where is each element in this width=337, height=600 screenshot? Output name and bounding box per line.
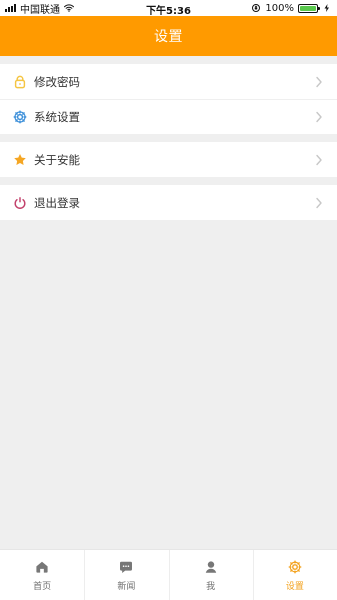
tab-label-me: 我 [206,581,216,592]
settings-row-label: 系统设置 [34,109,80,124]
rotation-lock-icon [252,4,261,12]
settings-group-about: 关于安能 [0,142,337,177]
charging-bolt-icon [324,4,329,12]
tab-label-news: 新闻 [117,581,136,592]
tab-label-settings: 设置 [285,581,304,592]
status-bar: 中国联通 下午5:36 100% [0,0,337,17]
tab-settings[interactable]: 设置 [252,550,337,600]
user-icon [203,559,219,575]
status-time: 下午5:36 [146,6,191,17]
settings-row-label: 退出登录 [34,195,80,210]
tab-news[interactable]: 新闻 [84,550,168,600]
settings-group-account: 修改密码 系统设置 [0,64,337,134]
tab-me[interactable]: 我 [168,550,253,600]
carrier-label: 中国联通 [20,4,60,16]
battery-icon [298,3,320,13]
settings-row-change-password[interactable]: 修改密码 [0,64,337,99]
settings-icon [287,559,303,575]
status-left: 中国联通 [5,1,74,16]
gear-icon [12,109,28,125]
tab-home[interactable]: 首页 [0,550,84,600]
settings-row-system-settings[interactable]: 系统设置 [0,99,337,134]
settings-row-label: 修改密码 [34,74,80,89]
wifi-icon [64,4,74,12]
chevron-right-icon [315,76,323,88]
home-icon [34,559,50,575]
power-icon [12,195,28,211]
battery-percent-label: 100% [265,2,294,14]
chevron-right-icon [315,111,323,123]
page-title: 设置 [154,29,183,45]
settings-group-logout: 退出登录 [0,185,337,220]
top-spacer [0,56,337,64]
battery-fill [300,5,316,11]
lock-icon [12,74,28,90]
bottom-tab-bar: 首页 新闻 我 设置 [0,549,337,600]
settings-row-about[interactable]: 关于安能 [0,142,337,177]
status-right: 100% [251,3,332,14]
settings-row-logout[interactable]: 退出登录 [0,185,337,220]
chat-icon [118,559,134,575]
chevron-right-icon [315,154,323,166]
star-icon [12,152,28,168]
tab-label-home: 首页 [33,581,52,592]
settings-row-label: 关于安能 [34,152,80,167]
navigation-bar: 设置 [0,16,337,56]
signal-strength-icon [5,4,16,12]
chevron-right-icon [315,197,323,209]
